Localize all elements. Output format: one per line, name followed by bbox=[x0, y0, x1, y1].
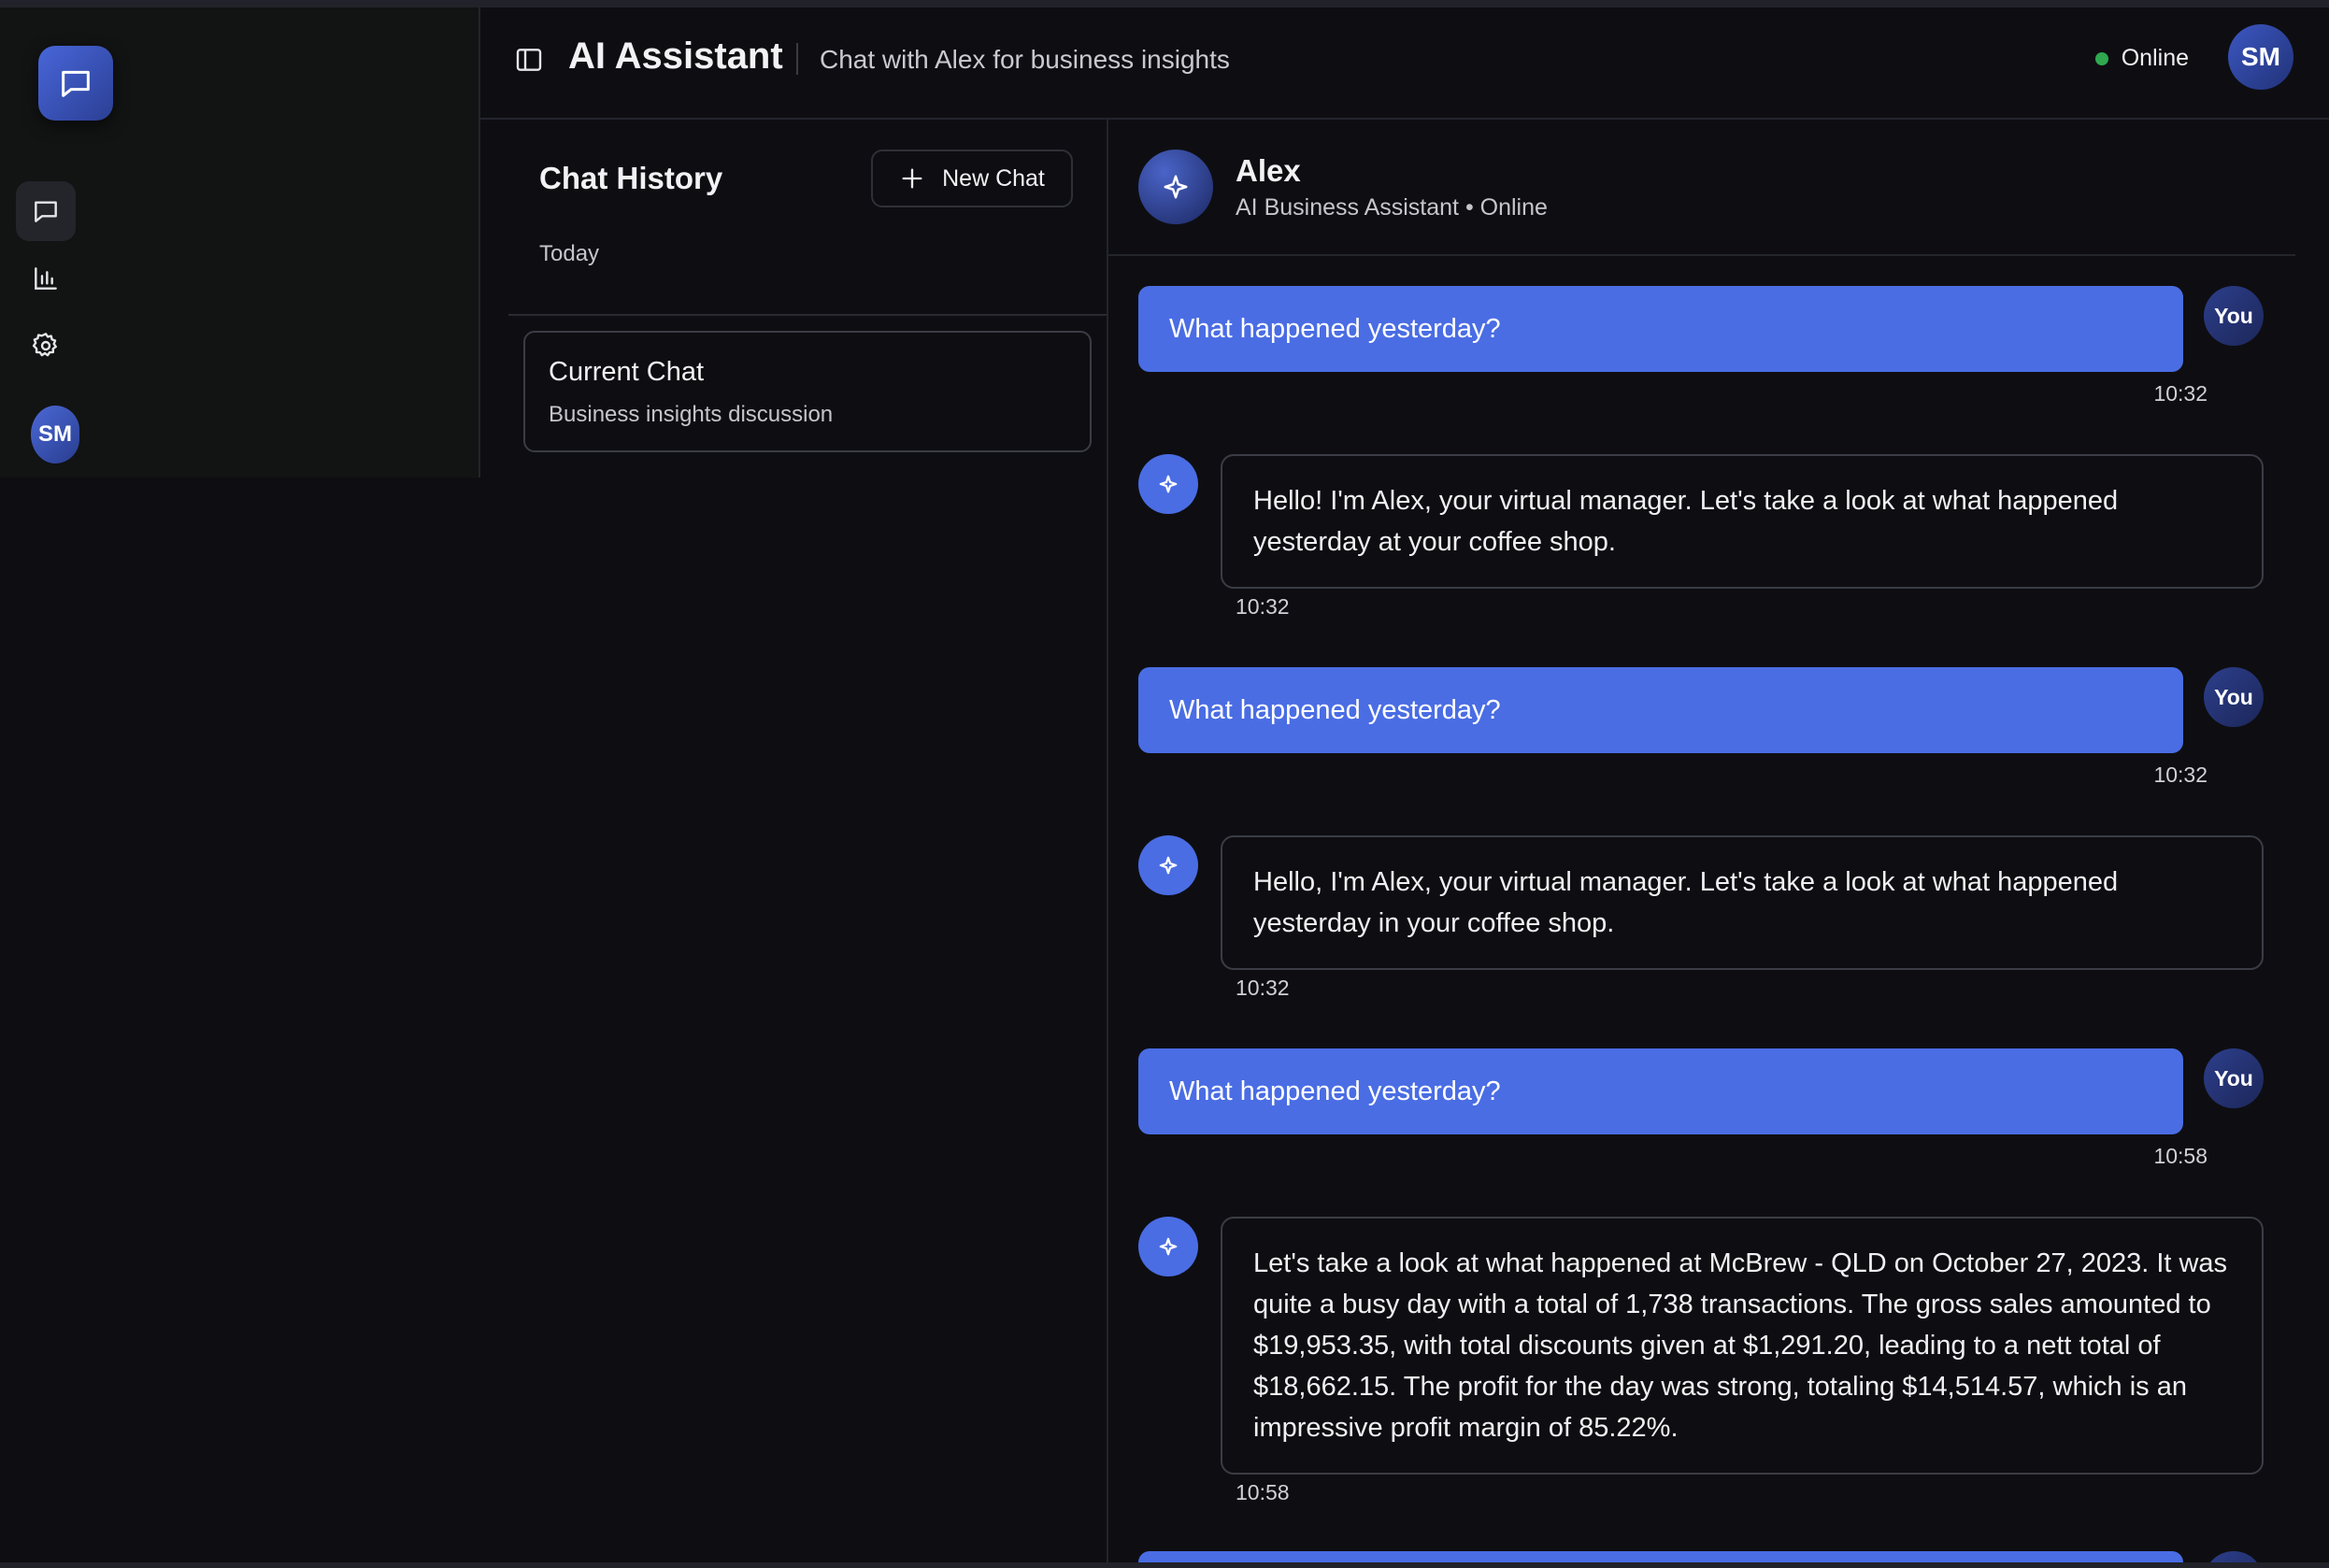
assistant-role: AI Business Assistant • Online bbox=[1236, 194, 1548, 221]
history-item-title: Current Chat bbox=[549, 357, 705, 387]
assistant-name: Alex bbox=[1236, 153, 1301, 188]
sparkle-icon bbox=[1159, 856, 1178, 875]
message-time: 10:32 bbox=[1236, 594, 1290, 619]
sidebar-toggle-button[interactable] bbox=[514, 45, 544, 75]
top-header: AI Assistant Chat with Alex for business… bbox=[480, 7, 2329, 120]
message-time: 10:32 bbox=[1236, 976, 1290, 1000]
header-divider bbox=[796, 43, 798, 75]
nav-settings-button[interactable] bbox=[16, 316, 76, 376]
assistant-message-avatar bbox=[1138, 454, 1198, 514]
sparkle-icon bbox=[1164, 175, 1188, 199]
sparkle-icon bbox=[1159, 1237, 1178, 1256]
chat-history-panel: Chat History New Chat Today Current Chat… bbox=[480, 120, 1108, 1568]
message-time: 10:32 bbox=[2153, 763, 2208, 787]
gear-icon bbox=[32, 333, 57, 357]
chat-icon bbox=[35, 201, 57, 222]
chat-header: Alex AI Business Assistant • Online bbox=[1108, 120, 2295, 256]
assistant-avatar bbox=[1138, 150, 1213, 224]
you-avatar: You bbox=[2204, 667, 2264, 727]
chat-pane: Alex AI Business Assistant • Online What… bbox=[1108, 120, 2329, 1568]
online-dot-icon bbox=[2094, 51, 2108, 65]
assistant-message-avatar bbox=[1138, 835, 1198, 895]
status-label: Online bbox=[2121, 45, 2189, 71]
user-message: What happened yesterday? bbox=[1138, 1048, 2183, 1134]
history-item-subtitle: Business insights discussion bbox=[549, 402, 834, 427]
chat-history-title: Chat History bbox=[539, 161, 723, 195]
page-title: AI Assistant bbox=[568, 36, 783, 77]
connection-status: Online bbox=[2094, 45, 2189, 72]
history-divider bbox=[508, 314, 1107, 316]
assistant-message: Let's take a look at what happened at Mc… bbox=[1221, 1217, 2264, 1475]
rail-user-avatar[interactable]: SM bbox=[31, 406, 79, 463]
app-logo-button[interactable] bbox=[38, 46, 113, 121]
nav-rail: SM bbox=[0, 7, 480, 478]
user-message: What happened yesterday? bbox=[1138, 286, 2183, 372]
message-time: 10:58 bbox=[1236, 1480, 1290, 1504]
assistant-message: Hello, I'm Alex, your virtual manager. L… bbox=[1221, 835, 2264, 970]
bar-chart-icon bbox=[35, 267, 57, 290]
chat-bubble-icon bbox=[62, 70, 90, 97]
you-avatar: You bbox=[2204, 1048, 2264, 1108]
message-time: 10:32 bbox=[2153, 381, 2208, 406]
new-chat-label: New Chat bbox=[942, 164, 1045, 192]
plus-icon bbox=[902, 168, 922, 189]
assistant-message: Hello! I'm Alex, your virtual manager. L… bbox=[1221, 454, 2264, 589]
you-avatar: You bbox=[2204, 286, 2264, 346]
message-time: 10:58 bbox=[2153, 1144, 2208, 1168]
window-bottom-border bbox=[0, 1562, 2329, 1568]
user-avatar[interactable]: SM bbox=[2228, 24, 2293, 90]
new-chat-button[interactable]: New Chat bbox=[871, 150, 1073, 207]
sidebar-panel-icon bbox=[516, 49, 542, 71]
history-group-label: Today bbox=[539, 241, 600, 266]
nav-chat-button[interactable] bbox=[16, 181, 76, 241]
user-message: What happened yesterday? bbox=[1138, 667, 2183, 753]
nav-analytics-button[interactable] bbox=[16, 249, 76, 308]
sparkle-icon bbox=[1159, 475, 1178, 493]
page-subtitle: Chat with Alex for business insights bbox=[820, 45, 1230, 74]
window-top-border bbox=[0, 0, 2329, 7]
assistant-message-avatar bbox=[1138, 1217, 1198, 1276]
history-item-current-chat[interactable]: Current Chat Business insights discussio… bbox=[523, 331, 1092, 452]
